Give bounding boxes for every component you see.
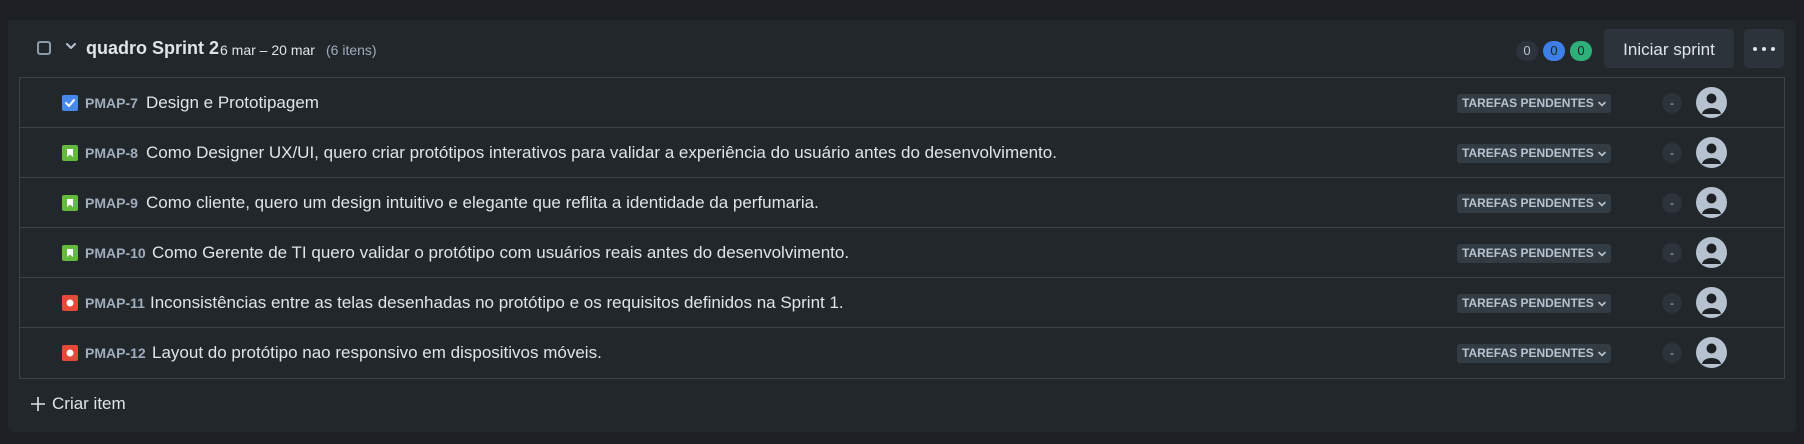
story-points-estimate[interactable]: -: [1662, 293, 1682, 313]
assignee-avatar-icon[interactable]: [1696, 287, 1727, 318]
issue-row[interactable]: PMAP-9 Como cliente, quero um design intu…: [20, 178, 1784, 228]
chevron-down-icon: [1597, 201, 1606, 207]
status-label: TAREFAS PENDENTES: [1462, 196, 1594, 210]
more-dot-icon: [1762, 47, 1766, 51]
status-dropdown[interactable]: TAREFAS PENDENTES: [1457, 344, 1611, 363]
chevron-down-icon: [1597, 351, 1606, 357]
status-dropdown[interactable]: TAREFAS PENDENTES: [1457, 294, 1611, 313]
issue-key[interactable]: PMAP-9: [85, 195, 138, 211]
in-progress-count-badge: 0: [1543, 41, 1565, 61]
issue-summary[interactable]: Como Designer UX/UI, quero criar protóti…: [146, 143, 1057, 163]
issue-summary[interactable]: Como Gerente de TI quero validar o protó…: [152, 243, 849, 263]
issue-summary[interactable]: Como cliente, quero um design intuitivo …: [146, 193, 819, 213]
story-points-estimate[interactable]: -: [1662, 93, 1682, 113]
story-bookmark-icon: [62, 145, 78, 161]
status-dropdown[interactable]: TAREFAS PENDENTES: [1457, 144, 1611, 163]
assignee-avatar-icon[interactable]: [1696, 337, 1727, 368]
status-label: TAREFAS PENDENTES: [1462, 96, 1594, 110]
status-label: TAREFAS PENDENTES: [1462, 346, 1594, 360]
more-actions-button[interactable]: [1744, 29, 1784, 68]
assignee-avatar-icon[interactable]: [1696, 187, 1727, 218]
bug-icon: [62, 295, 78, 311]
start-sprint-button[interactable]: Iniciar sprint: [1604, 29, 1734, 68]
task-checkbox-icon: [62, 95, 78, 111]
issue-row[interactable]: PMAP-8 Como Designer UX/UI, quero criar p…: [20, 128, 1784, 178]
issue-key[interactable]: PMAP-11: [85, 295, 145, 311]
issue-summary[interactable]: Design e Prototipagem: [146, 93, 319, 113]
sprint-item-count: (6 itens): [326, 42, 377, 58]
status-label: TAREFAS PENDENTES: [1462, 146, 1594, 160]
chevron-down-icon: [1597, 101, 1606, 107]
assignee-avatar-icon[interactable]: [1696, 237, 1727, 268]
issue-summary[interactable]: Layout do protótipo nao responsivo em di…: [152, 343, 602, 363]
status-dropdown[interactable]: TAREFAS PENDENTES: [1457, 244, 1611, 263]
assignee-avatar-icon[interactable]: [1696, 87, 1727, 118]
story-bookmark-icon: [62, 195, 78, 211]
status-dropdown[interactable]: TAREFAS PENDENTES: [1457, 194, 1611, 213]
status-dropdown[interactable]: TAREFAS PENDENTES: [1457, 94, 1611, 113]
chevron-down-icon: [1597, 251, 1606, 257]
assignee-avatar-icon[interactable]: [1696, 137, 1727, 168]
issue-key[interactable]: PMAP-7: [85, 95, 138, 111]
bug-icon: [62, 345, 78, 361]
chevron-down-icon: [1597, 301, 1606, 307]
story-points-estimate[interactable]: -: [1662, 143, 1682, 163]
issue-key[interactable]: PMAP-12: [85, 345, 146, 361]
issue-key[interactable]: PMAP-8: [85, 145, 138, 161]
status-label: TAREFAS PENDENTES: [1462, 296, 1594, 310]
create-item-label: Criar item: [52, 394, 126, 413]
issue-summary[interactable]: Inconsistências entre as telas desenhada…: [150, 293, 844, 313]
story-bookmark-icon: [62, 245, 78, 261]
sprint-header: quadro Sprint 2 6 mar – 20 mar (6 itens)…: [8, 20, 1796, 78]
chevron-down-icon[interactable]: [64, 39, 78, 53]
sprint-title[interactable]: quadro Sprint 2: [86, 38, 219, 59]
story-points-estimate[interactable]: -: [1662, 343, 1682, 363]
issue-list: PMAP-7 Design e Prototipagem TAREFAS PENDE…: [19, 77, 1785, 379]
sprint-container: quadro Sprint 2 6 mar – 20 mar (6 itens)…: [8, 20, 1796, 432]
create-item-button[interactable]: Criar item: [30, 394, 126, 414]
issue-row[interactable]: PMAP-11 Inconsistências entre as telas de…: [20, 278, 1784, 328]
issue-row[interactable]: PMAP-12 Layout do protótipo nao responsiv…: [20, 328, 1784, 378]
sprint-dates: 6 mar – 20 mar: [220, 42, 315, 58]
sprint-select-checkbox[interactable]: [37, 41, 51, 55]
todo-count-badge: 0: [1516, 41, 1538, 61]
chevron-down-icon: [1597, 151, 1606, 157]
plus-icon: [31, 397, 45, 411]
more-dot-icon: [1753, 47, 1757, 51]
more-dot-icon: [1771, 47, 1775, 51]
status-label: TAREFAS PENDENTES: [1462, 246, 1594, 260]
done-count-badge: 0: [1570, 41, 1592, 61]
story-points-estimate[interactable]: -: [1662, 193, 1682, 213]
story-points-estimate[interactable]: -: [1662, 243, 1682, 263]
issue-row[interactable]: PMAP-7 Design e Prototipagem TAREFAS PENDE…: [20, 78, 1784, 128]
issue-key[interactable]: PMAP-10: [85, 245, 146, 261]
issue-row[interactable]: PMAP-10 Como Gerente de TI quero validar …: [20, 228, 1784, 278]
